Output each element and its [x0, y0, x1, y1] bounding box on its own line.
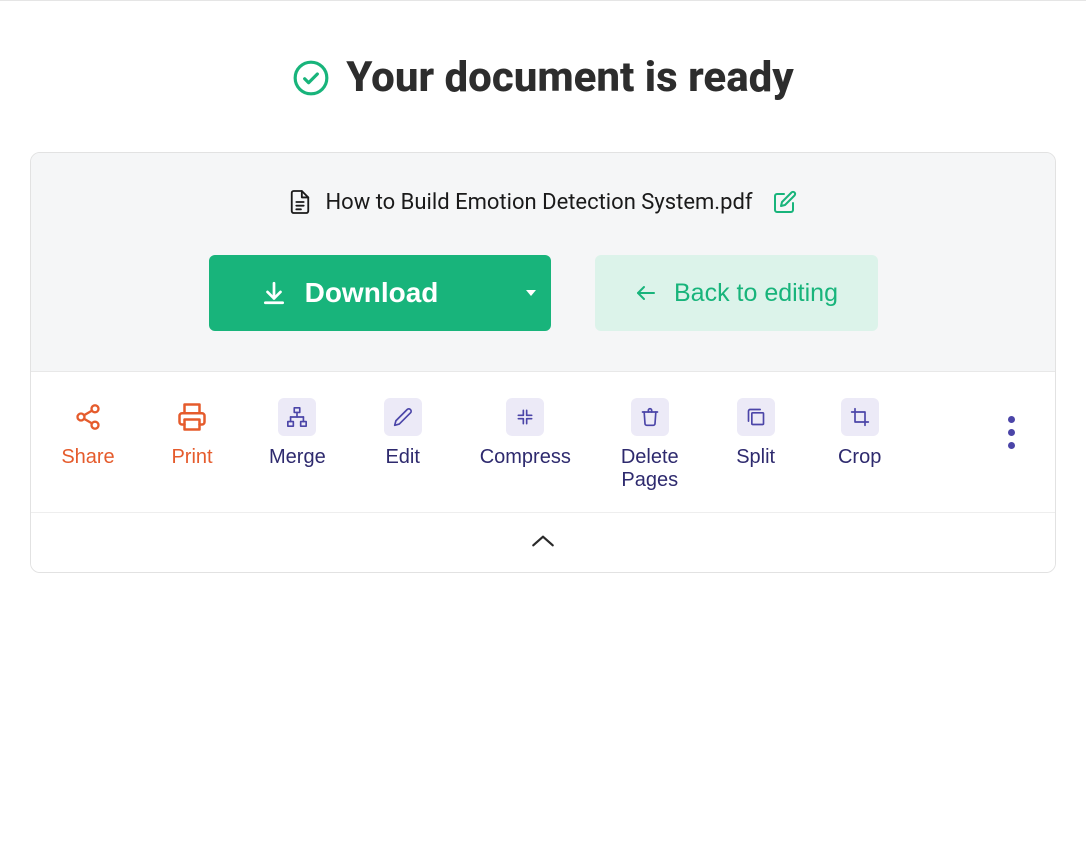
document-icon — [289, 189, 311, 215]
compress-icon — [515, 407, 535, 427]
pencil-icon — [393, 407, 413, 427]
collapse-row — [31, 513, 1055, 572]
crop-label: Crop — [838, 446, 881, 469]
card-header: How to Build Emotion Detection System.pd… — [31, 153, 1055, 372]
edit-label: Edit — [385, 446, 419, 469]
share-icon — [74, 403, 102, 431]
merge-tool[interactable]: Merge — [269, 398, 326, 469]
result-card: How to Build Emotion Detection System.pd… — [30, 152, 1056, 573]
split-icon — [746, 407, 766, 427]
chevron-up-icon — [530, 533, 556, 549]
edit-tool[interactable]: Edit — [376, 398, 430, 469]
page-title-text: Your document is ready — [346, 53, 793, 102]
share-label: Share — [61, 446, 114, 469]
print-label: Print — [171, 446, 212, 469]
crop-tool[interactable]: Crop — [833, 398, 887, 469]
more-tools-button[interactable] — [998, 406, 1025, 459]
share-tool[interactable]: Share — [61, 398, 115, 469]
download-dropdown-caret[interactable] — [511, 255, 551, 331]
filename-row: How to Build Emotion Detection System.pd… — [61, 189, 1025, 215]
print-icon — [177, 402, 207, 432]
page-title: Your document is ready — [0, 1, 1086, 152]
delete-pages-label: Delete Pages — [621, 446, 679, 492]
collapse-toolbar-button[interactable] — [526, 529, 560, 556]
download-icon — [261, 280, 287, 306]
trash-icon — [640, 407, 660, 427]
more-vertical-icon — [1008, 416, 1015, 423]
delete-pages-tool[interactable]: Delete Pages — [621, 398, 679, 492]
arrow-left-icon — [634, 281, 658, 305]
merge-label: Merge — [269, 446, 326, 469]
caret-down-icon — [526, 290, 536, 296]
split-tool[interactable]: Split — [729, 398, 783, 469]
compress-label: Compress — [480, 446, 571, 469]
checkmark-circle-icon — [292, 59, 330, 97]
edit-pencil-square-icon — [773, 190, 797, 214]
print-tool[interactable]: Print — [165, 398, 219, 469]
download-button[interactable]: Download — [209, 255, 551, 331]
button-row: Download Back to editing — [61, 255, 1025, 331]
back-to-editing-button[interactable]: Back to editing — [595, 255, 878, 331]
filename-text: How to Build Emotion Detection System.pd… — [325, 190, 752, 215]
tools-group: Share Print — [61, 398, 887, 492]
merge-icon — [286, 406, 308, 428]
compress-tool[interactable]: Compress — [480, 398, 571, 469]
back-label: Back to editing — [674, 279, 838, 308]
download-label: Download — [305, 277, 439, 309]
rename-button[interactable] — [773, 190, 797, 214]
split-label: Split — [736, 446, 775, 469]
crop-icon — [850, 407, 870, 427]
toolbar: Share Print — [31, 372, 1055, 513]
